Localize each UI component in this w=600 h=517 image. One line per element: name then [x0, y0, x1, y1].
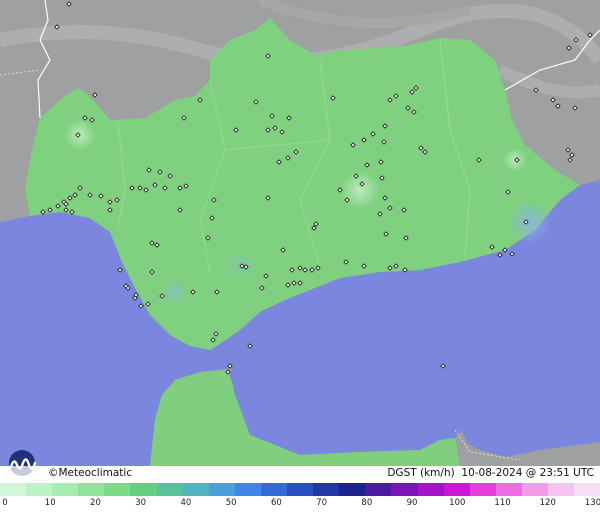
color-scale-swatch	[26, 483, 53, 496]
color-scale-swatch	[417, 483, 444, 496]
color-scale-tick: 70	[316, 498, 328, 508]
color-scale-tick: 60	[270, 498, 282, 508]
color-scale-swatch	[521, 483, 548, 496]
color-scale-swatch	[365, 483, 392, 496]
color-scale-ticks: 0 10 20 30 40 50 60 70 80 90 100 110 120 130	[0, 498, 600, 512]
variable-unit: (km/h)	[420, 467, 455, 479]
color-scale-swatch	[0, 483, 27, 496]
caption-bar: ©Meteoclimatic DGST (km/h) 10-08-2024 @ …	[0, 466, 600, 481]
color-scale: 0 10 20 30 40 50 60 70 80 90 100 110 120 130	[0, 481, 600, 517]
color-scale-swatch	[495, 483, 522, 496]
color-scale-tick: 90	[406, 498, 418, 508]
credit: ©Meteoclimatic	[48, 467, 132, 479]
product-info: DGST (km/h) 10-08-2024 @ 23:51 UTC	[387, 467, 594, 479]
color-scale-swatch	[182, 483, 209, 496]
color-scale-swatch	[391, 483, 418, 496]
color-scale-tick: 50	[225, 498, 237, 508]
color-scale-swatch	[339, 483, 366, 496]
color-scale-tick: 0	[2, 498, 8, 508]
color-scale-swatch	[287, 483, 314, 496]
color-scale-swatch	[547, 483, 575, 496]
color-scale-swatch	[574, 483, 600, 496]
color-scale-swatch	[260, 483, 288, 496]
color-scale-tick: 100	[449, 498, 466, 508]
color-scale-tick: 80	[361, 498, 373, 508]
color-scale-swatch	[104, 483, 131, 496]
map-canvas[interactable]	[0, 0, 600, 517]
color-scale-tick: 40	[180, 498, 192, 508]
color-scale-tick: 20	[90, 498, 101, 508]
color-scale-tick: 120	[539, 498, 556, 508]
variable-name: DGST	[387, 467, 417, 479]
color-scale-swatch	[443, 483, 470, 496]
color-scale-swatch	[78, 483, 105, 496]
observation-datetime: 10-08-2024 @ 23:51 UTC	[461, 467, 594, 479]
copyright-symbol: ©	[48, 467, 59, 479]
color-scale-tick: 30	[135, 498, 147, 508]
color-scale-swatch	[313, 483, 340, 496]
brand-name: Meteoclimatic	[58, 467, 133, 479]
color-scale-tick: 10	[44, 498, 56, 508]
color-scale-swatch	[52, 483, 79, 496]
color-scale-swatch	[469, 483, 496, 496]
color-scale-tick: 130	[584, 498, 600, 508]
color-scale-bar	[0, 483, 600, 496]
color-scale-tick: 110	[494, 498, 511, 508]
color-scale-swatch	[130, 483, 157, 496]
color-scale-swatch	[156, 483, 183, 496]
color-scale-swatch	[208, 483, 235, 496]
color-scale-swatch	[234, 483, 261, 496]
map-svg	[0, 0, 600, 466]
